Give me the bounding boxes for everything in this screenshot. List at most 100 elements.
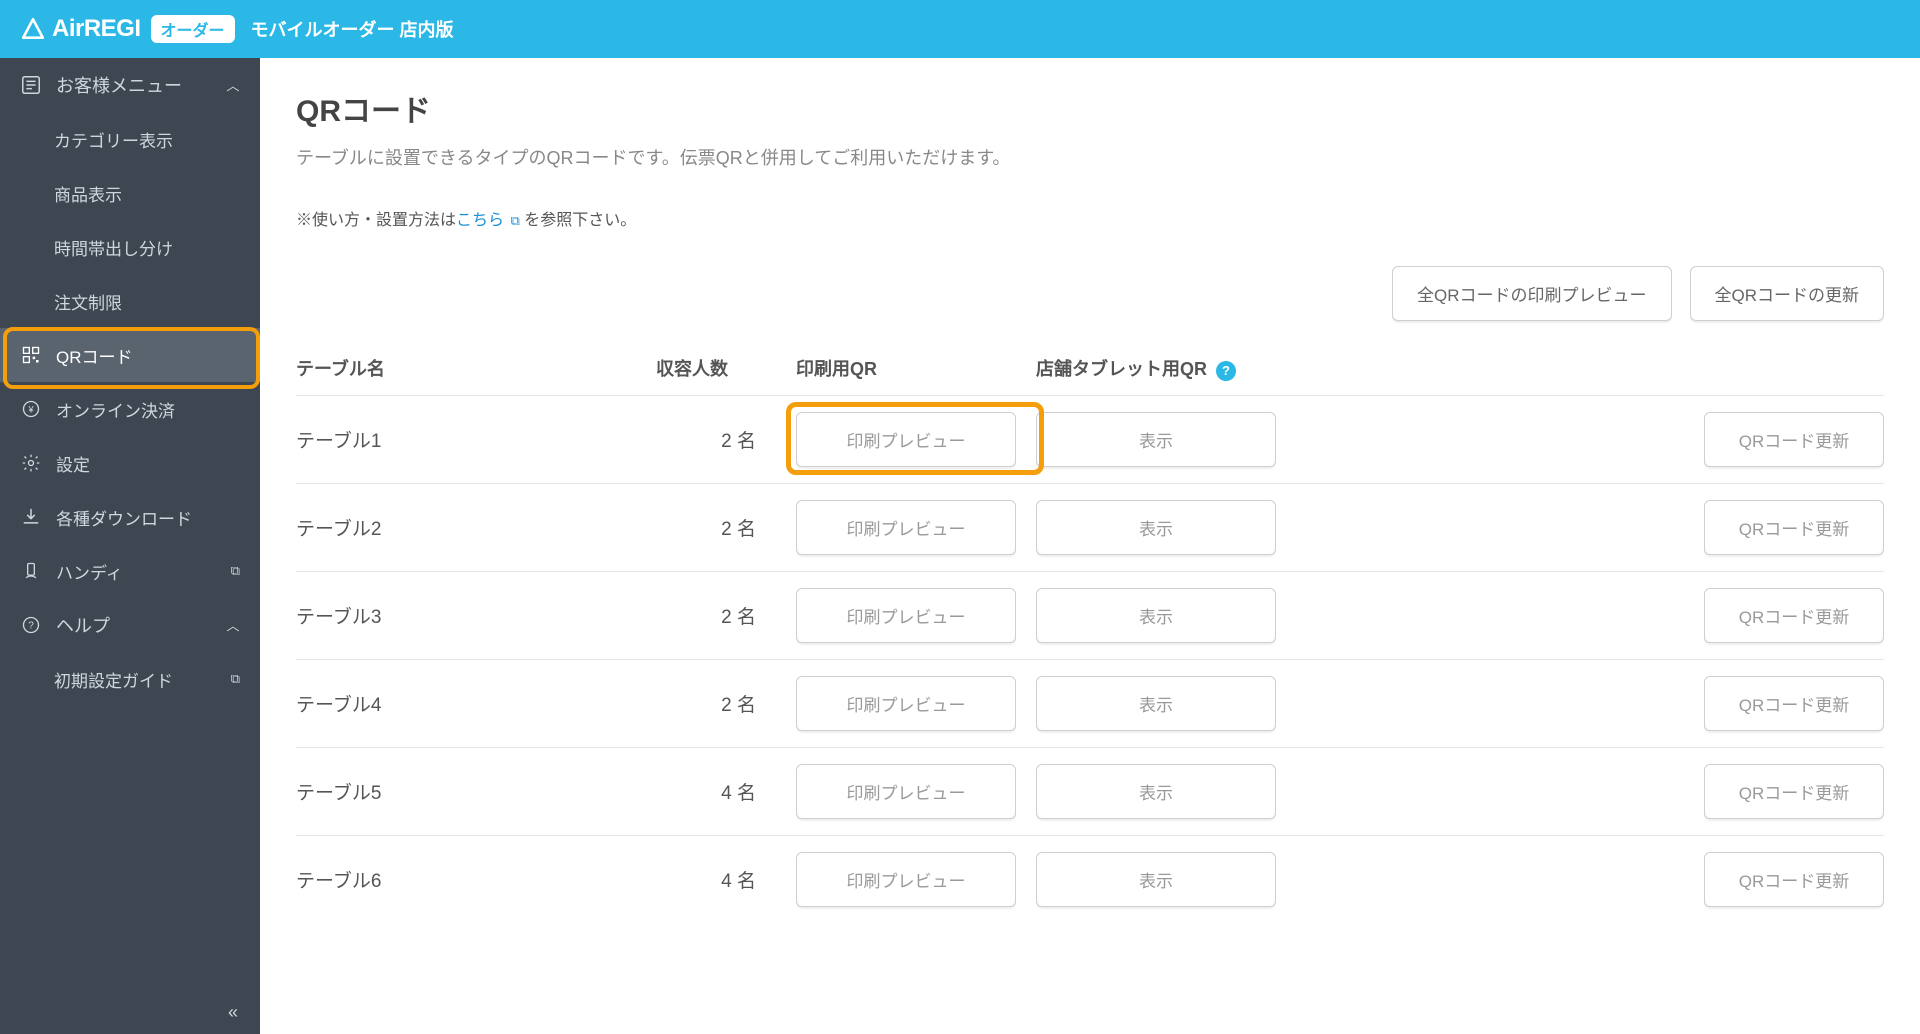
- sidebar-item-online-pay[interactable]: ¥ オンライン決済: [0, 382, 260, 436]
- page-title: QRコード: [296, 86, 1884, 130]
- chevron-up-icon: 〈: [224, 618, 243, 631]
- app-header: AirREGI オーダー モバイルオーダー 店内版: [0, 0, 1920, 58]
- cell-print-qr: 印刷プレビュー: [796, 412, 1036, 467]
- chevron-up-icon: 〈: [224, 78, 243, 91]
- brand-logo: AirREGI オーダー: [20, 15, 235, 43]
- sidebar-item-label: オンライン決済: [56, 397, 175, 422]
- print-preview-button[interactable]: 印刷プレビュー: [796, 852, 1016, 907]
- show-button[interactable]: 表示: [1036, 676, 1276, 731]
- cell-print-qr: 印刷プレビュー: [796, 500, 1036, 555]
- cell-tablet-qr: 表示: [1036, 500, 1296, 555]
- cell-print-qr: 印刷プレビュー: [796, 764, 1036, 819]
- sidebar-item-label: ハンディ: [56, 559, 123, 584]
- sidebar-item-handy[interactable]: ハンディ ⧉: [0, 544, 260, 598]
- sidebar-item-order-limit[interactable]: 注文制限: [0, 274, 260, 328]
- sidebar-item-settings[interactable]: 設定: [0, 436, 260, 490]
- sidebar-item-label: 商品表示: [54, 181, 122, 206]
- qr-icon: [20, 344, 42, 366]
- main-content: QRコード テーブルに設置できるタイプのQRコードです。伝票QRと併用してご利用…: [260, 58, 1920, 1034]
- table-header: テーブル名 収容人数 印刷用QR 店舗タブレット用QR ?: [296, 345, 1884, 395]
- table-row: テーブル12 名印刷プレビュー表示QRコード更新: [296, 395, 1884, 483]
- sidebar-item-label: 時間帯出し分け: [54, 235, 173, 260]
- cell-tablet-qr: 表示: [1036, 676, 1296, 731]
- usage-note: ※使い方・設置方法はこちら ⧉ を参照下さい。: [296, 206, 1884, 230]
- sidebar-item-timeslot[interactable]: 時間帯出し分け: [0, 220, 260, 274]
- qr-refresh-button[interactable]: QRコード更新: [1704, 852, 1884, 907]
- table-body: テーブル12 名印刷プレビュー表示QRコード更新テーブル22 名印刷プレビュー表…: [296, 395, 1884, 923]
- cell-capacity: 2 名: [656, 602, 796, 629]
- sidebar-item-qr[interactable]: QRコード: [0, 328, 260, 382]
- cell-tablet-qr: 表示: [1036, 412, 1296, 467]
- cell-print-qr: 印刷プレビュー: [796, 852, 1036, 907]
- handy-icon: [20, 560, 42, 582]
- show-button[interactable]: 表示: [1036, 500, 1276, 555]
- print-preview-button[interactable]: 印刷プレビュー: [796, 588, 1016, 643]
- col-print-qr: 印刷用QR: [796, 355, 1036, 381]
- help-icon: ?: [20, 614, 42, 636]
- cell-refresh: QRコード更新: [1296, 764, 1884, 819]
- table-row: テーブル22 名印刷プレビュー表示 QRコード更新: [296, 483, 1884, 571]
- table-row: テーブル54 名印刷プレビュー表示QRコード更新: [296, 747, 1884, 835]
- external-link-icon: ⧉: [231, 671, 240, 687]
- sidebar-item-label: ヘルプ: [56, 612, 110, 638]
- sidebar-item-product[interactable]: 商品表示: [0, 166, 260, 220]
- cell-table-name: テーブル6: [296, 866, 656, 893]
- sidebar-group-customer-menu[interactable]: お客様メニュー 〈: [0, 58, 260, 112]
- cell-tablet-qr: 表示: [1036, 764, 1296, 819]
- qr-refresh-button[interactable]: QRコード更新: [1704, 500, 1884, 555]
- show-button[interactable]: 表示: [1036, 852, 1276, 907]
- table-row: テーブル64 名印刷プレビュー表示 QRコード更新: [296, 835, 1884, 923]
- brand-name: AirREGI: [52, 15, 141, 43]
- print-preview-button[interactable]: 印刷プレビュー: [796, 764, 1016, 819]
- print-preview-button[interactable]: 印刷プレビュー: [796, 412, 1016, 467]
- external-link-icon: ⧉: [231, 563, 240, 579]
- help-tooltip-icon[interactable]: ?: [1216, 361, 1236, 381]
- cell-refresh: QRコード更新: [1296, 588, 1884, 643]
- cell-capacity: 2 名: [656, 514, 796, 541]
- cell-capacity: 4 名: [656, 778, 796, 805]
- sidebar-item-downloads[interactable]: 各種ダウンロード: [0, 490, 260, 544]
- usage-prefix: ※使い方・設置方法は: [296, 212, 456, 229]
- qr-refresh-button[interactable]: QRコード更新: [1704, 588, 1884, 643]
- cell-print-qr: 印刷プレビュー: [796, 676, 1036, 731]
- cell-capacity: 4 名: [656, 866, 796, 893]
- cell-table-name: テーブル2: [296, 514, 656, 541]
- cell-print-qr: 印刷プレビュー: [796, 588, 1036, 643]
- col-capacity: 収容人数: [656, 355, 796, 381]
- brand-badge: オーダー: [151, 15, 235, 43]
- qr-refresh-button[interactable]: QRコード更新: [1704, 676, 1884, 731]
- show-button[interactable]: 表示: [1036, 764, 1276, 819]
- cell-table-name: テーブル1: [296, 426, 656, 453]
- table-row: テーブル42 名印刷プレビュー表示QRコード更新: [296, 659, 1884, 747]
- col-table-name: テーブル名: [296, 355, 656, 381]
- usage-link[interactable]: こちら ⧉: [456, 212, 520, 229]
- sidebar-item-category[interactable]: カテゴリー表示: [0, 112, 260, 166]
- qr-refresh-button[interactable]: QRコード更新: [1704, 412, 1884, 467]
- sidebar-item-label: カテゴリー表示: [54, 127, 173, 152]
- header-subtitle: モバイルオーダー 店内版: [251, 16, 454, 42]
- usage-suffix: を参照下さい。: [524, 212, 636, 229]
- top-actions: 全QRコードの印刷プレビュー 全QRコードの更新: [296, 266, 1884, 321]
- print-preview-button[interactable]: 印刷プレビュー: [796, 500, 1016, 555]
- sidebar-item-label: 初期設定ガイド: [54, 667, 173, 692]
- sidebar-item-label: 設定: [56, 451, 90, 476]
- show-button[interactable]: 表示: [1036, 588, 1276, 643]
- page-description: テーブルに設置できるタイプのQRコードです。伝票QRと併用してご利用いただけます…: [296, 144, 1884, 170]
- qr-refresh-button[interactable]: QRコード更新: [1704, 764, 1884, 819]
- brand-triangle-icon: [20, 16, 46, 42]
- preview-all-button[interactable]: 全QRコードの印刷プレビュー: [1392, 266, 1672, 321]
- sidebar-group-help[interactable]: ? ヘルプ 〈: [0, 598, 260, 652]
- col-tablet-qr: 店舗タブレット用QR ?: [1036, 355, 1296, 381]
- print-preview-button[interactable]: 印刷プレビュー: [796, 676, 1016, 731]
- external-link-icon: ⧉: [510, 213, 519, 228]
- svg-text:¥: ¥: [27, 404, 34, 414]
- refresh-all-button[interactable]: 全QRコードの更新: [1690, 266, 1885, 321]
- cell-tablet-qr: 表示: [1036, 852, 1296, 907]
- cell-refresh: QRコード更新: [1296, 412, 1884, 467]
- show-button[interactable]: 表示: [1036, 412, 1276, 467]
- gear-icon: [20, 452, 42, 474]
- sidebar-collapse-button[interactable]: «: [0, 990, 260, 1034]
- sidebar-item-init-guide[interactable]: 初期設定ガイド ⧉: [0, 652, 260, 706]
- cell-table-name: テーブル4: [296, 690, 656, 717]
- sidebar: お客様メニュー 〈 カテゴリー表示 商品表示 時間帯出し分け 注文制限 QRコー…: [0, 58, 260, 1034]
